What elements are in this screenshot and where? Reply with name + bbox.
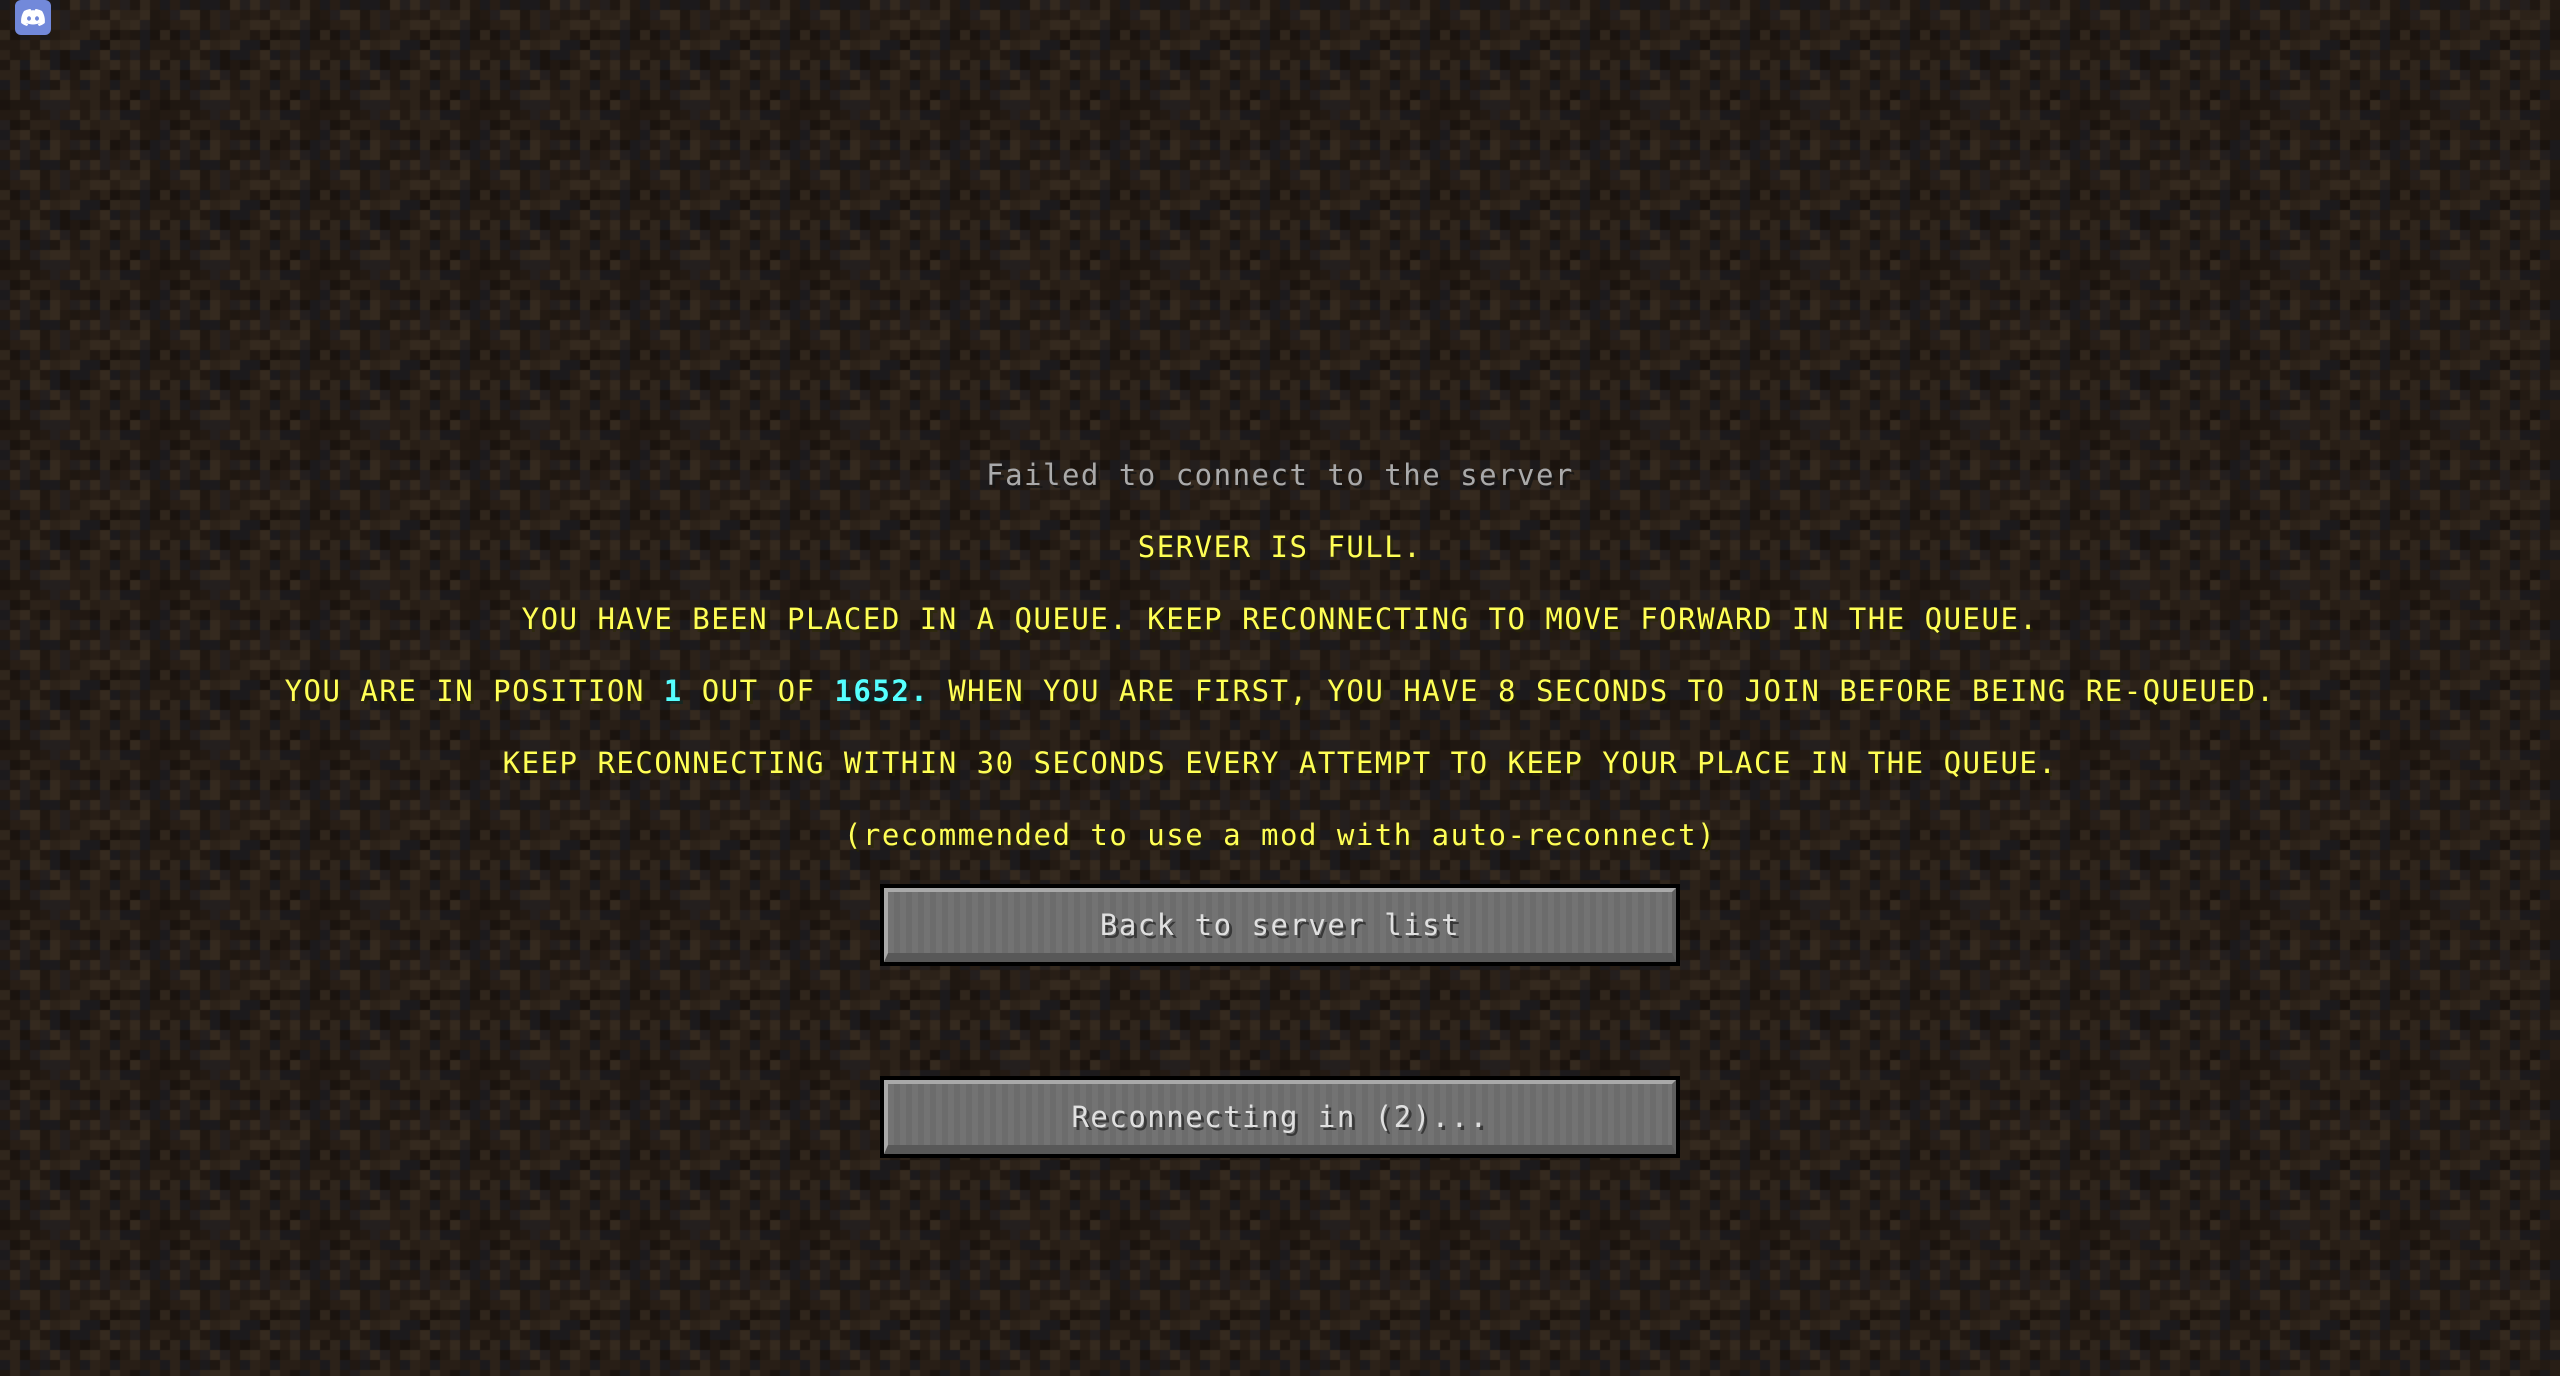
discord-icon	[21, 8, 45, 26]
button-face: Reconnecting in (2)...	[884, 1080, 1676, 1154]
queue-total-value: 1652.	[834, 674, 930, 708]
auto-reconnect-hint: (recommended to use a mod with auto-reco…	[843, 818, 1717, 852]
button-label: Reconnecting in (2)...	[1071, 1099, 1489, 1134]
position-suffix: WHEN YOU ARE FIRST, YOU HAVE 8 SECONDS T…	[929, 674, 2276, 708]
back-to-server-list-button[interactable]: Back to server list	[880, 884, 1680, 966]
position-middle: OUT OF	[682, 674, 835, 708]
discord-overlay[interactable]	[15, 0, 51, 35]
queue-message: YOU HAVE BEEN PLACED IN A QUEUE. KEEP RE…	[521, 602, 2039, 636]
position-prefix: YOU ARE IN POSITION	[284, 674, 664, 708]
queue-position-message: YOU ARE IN POSITION 1 OUT OF 1652. WHEN …	[0, 673, 2560, 709]
button-face: Back to server list	[884, 888, 1676, 962]
disconnected-screen: Failed to connect to the server SERVER I…	[0, 0, 2560, 1376]
server-full-message: SERVER IS FULL.	[1137, 530, 1423, 564]
queue-position-value: 1	[663, 674, 683, 708]
disconnect-title: Failed to connect to the server	[986, 458, 1574, 492]
button-label: Back to server list	[1099, 907, 1461, 942]
reconnect-button[interactable]: Reconnecting in (2)...	[880, 1076, 1680, 1158]
keep-reconnecting-message: KEEP RECONNECTING WITHIN 30 SECONDS EVER…	[502, 746, 2058, 780]
